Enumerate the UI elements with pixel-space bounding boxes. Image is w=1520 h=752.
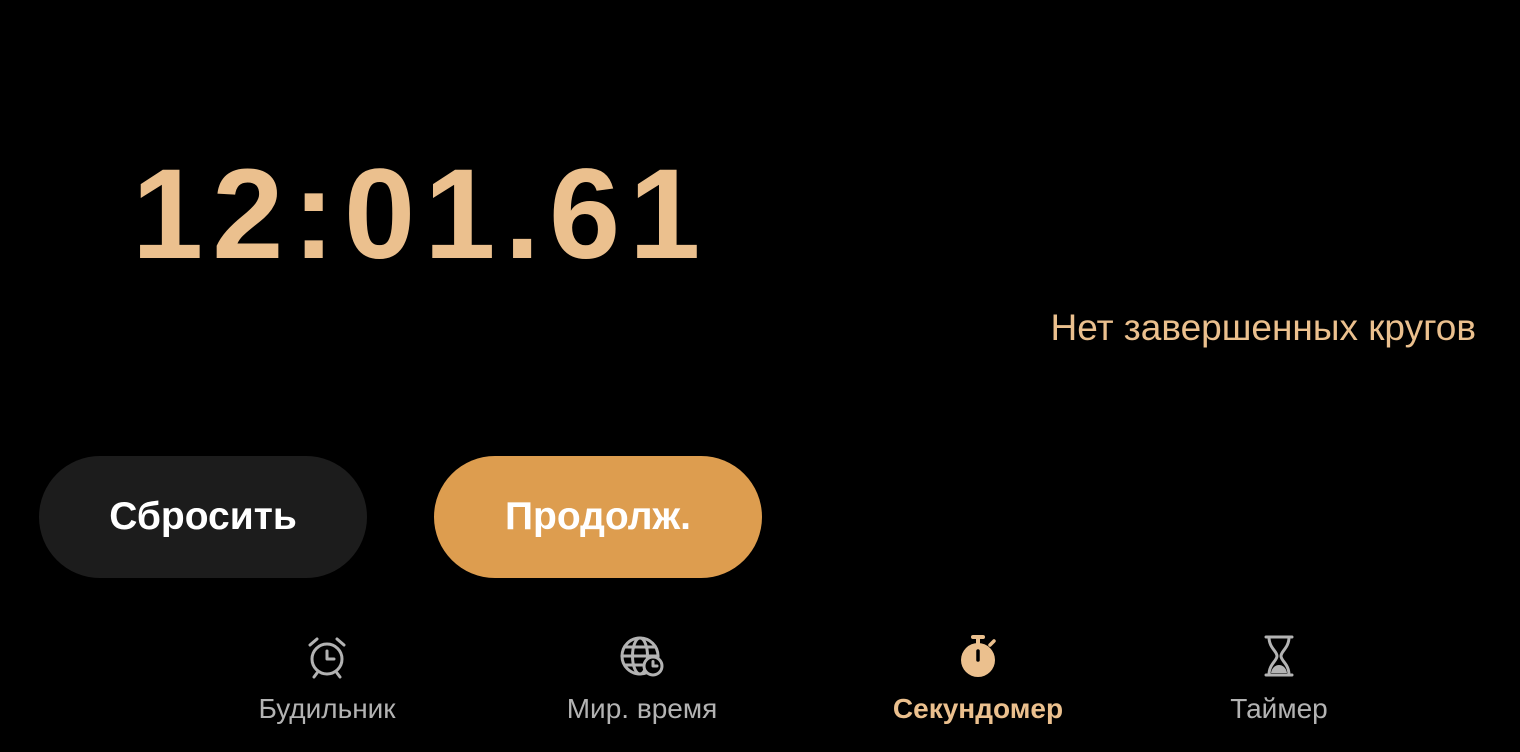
alarm-clock-icon <box>308 637 346 679</box>
reset-button[interactable]: Сбросить <box>39 456 367 578</box>
nav-item-label: Таймер <box>1230 693 1328 724</box>
stopwatch-time: 12:01.61 <box>132 143 710 286</box>
nav-item-world-clock[interactable]: Мир. время <box>522 628 762 738</box>
bottom-navigation: Будильник Мир. время Секундомер Таймер <box>0 628 1520 752</box>
world-clock-icon <box>620 636 664 677</box>
resume-button[interactable]: Продолж. <box>434 456 762 578</box>
nav-item-label: Будильник <box>258 693 396 724</box>
nav-item-stopwatch[interactable]: Секундомер <box>858 628 1098 738</box>
laps-empty-message: Нет завершенных кругов <box>1050 307 1477 348</box>
stopwatch-icon <box>961 635 996 677</box>
nav-item-label: Секундомер <box>892 693 1064 724</box>
nav-item-timer[interactable]: Таймер <box>1159 628 1399 738</box>
hourglass-icon <box>1264 635 1294 677</box>
nav-item-label: Мир. время <box>566 693 718 724</box>
nav-item-alarm[interactable]: Будильник <box>207 628 447 738</box>
